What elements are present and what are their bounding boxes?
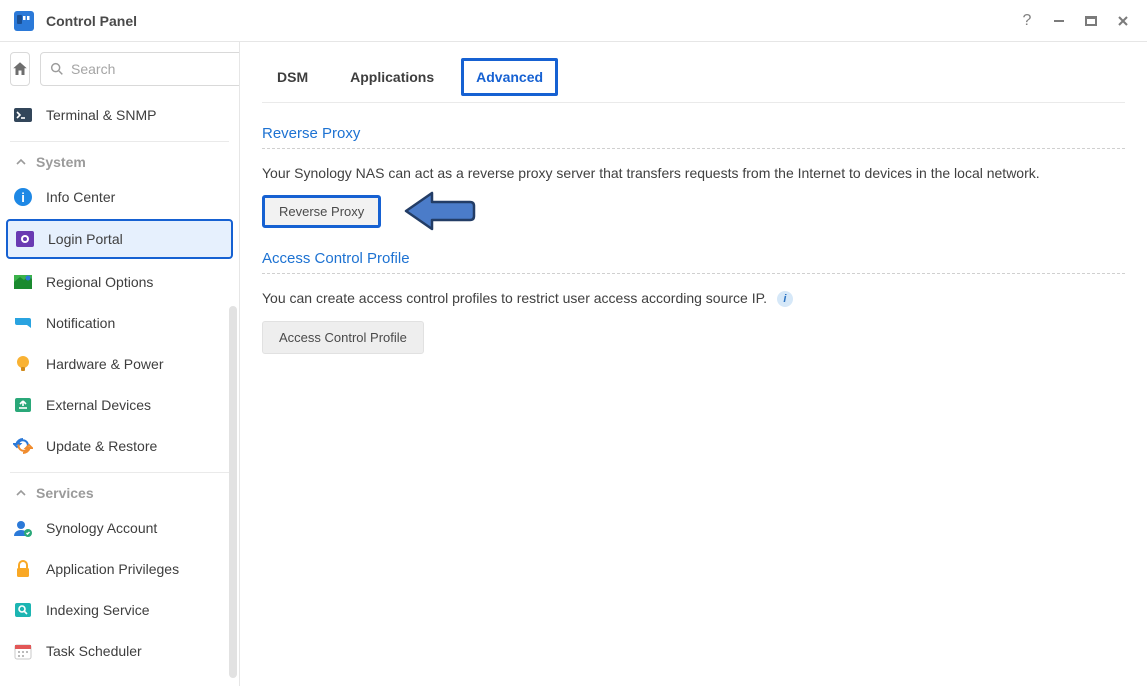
login-portal-icon	[14, 228, 36, 250]
sidebar-group-system[interactable]: System	[0, 144, 239, 176]
titlebar: Control Panel ?	[0, 0, 1147, 42]
sidebar-scrollbar[interactable]	[229, 306, 237, 678]
chevron-up-icon	[14, 155, 28, 169]
search-input[interactable]	[40, 52, 239, 86]
sidebar-item-synology-account[interactable]: Synology Account	[0, 507, 239, 548]
sidebar-item-application-privileges[interactable]: Application Privileges	[0, 548, 239, 589]
sidebar-item-label: Regional Options	[46, 274, 153, 290]
section-title-access-control: Access Control Profile	[262, 250, 1125, 267]
tabs: DSM Applications Advanced	[262, 52, 1125, 103]
section-title-reverse-proxy: Reverse Proxy	[262, 125, 1125, 142]
sidebar-item-label: Application Privileges	[46, 561, 179, 577]
sidebar: Terminal & SNMP System i Info Center Log…	[0, 42, 240, 686]
external-devices-icon	[12, 394, 34, 416]
svg-text:i: i	[21, 190, 25, 205]
sidebar-item-info-center[interactable]: i Info Center	[0, 176, 239, 217]
sidebar-item-external-devices[interactable]: External Devices	[0, 384, 239, 425]
globe-icon	[12, 271, 34, 293]
sidebar-item-update-restore[interactable]: Update & Restore	[0, 425, 239, 466]
sidebar-group-label: Services	[36, 485, 94, 501]
sidebar-item-regional-options[interactable]: Regional Options	[0, 261, 239, 302]
tab-advanced[interactable]: Advanced	[461, 58, 558, 96]
sidebar-item-label: Task Scheduler	[46, 643, 142, 659]
section-desc-reverse-proxy: Your Synology NAS can act as a reverse p…	[262, 165, 1125, 181]
terminal-icon	[12, 104, 34, 126]
sidebar-item-label: Login Portal	[48, 231, 123, 247]
sidebar-item-label: Info Center	[46, 189, 115, 205]
window-title: Control Panel	[46, 13, 1015, 29]
sidebar-group-services[interactable]: Services	[0, 475, 239, 507]
home-button[interactable]	[10, 52, 30, 86]
tab-applications[interactable]: Applications	[335, 58, 449, 96]
reverse-proxy-button[interactable]: Reverse Proxy	[262, 195, 381, 228]
sidebar-group-label: System	[36, 154, 86, 170]
update-restore-icon	[12, 435, 34, 457]
help-icon[interactable]: ?	[1015, 9, 1039, 33]
sidebar-item-label: Update & Restore	[46, 438, 157, 454]
pointer-arrow-icon	[404, 189, 476, 236]
minimize-icon[interactable]	[1047, 9, 1071, 33]
access-control-profile-button[interactable]: Access Control Profile	[262, 321, 424, 354]
sidebar-item-notification[interactable]: Notification	[0, 302, 239, 343]
lightbulb-icon	[12, 353, 34, 375]
main-panel: DSM Applications Advanced Reverse Proxy …	[240, 42, 1147, 686]
calendar-icon	[12, 640, 34, 662]
sidebar-item-login-portal[interactable]: Login Portal	[6, 219, 233, 259]
search-input-field[interactable]	[71, 61, 239, 77]
sidebar-item-hardware-power[interactable]: Hardware & Power	[0, 343, 239, 384]
sidebar-item-task-scheduler[interactable]: Task Scheduler	[0, 630, 239, 671]
sidebar-item-label: Synology Account	[46, 520, 157, 536]
close-icon[interactable]	[1111, 9, 1135, 33]
info-badge-icon[interactable]: i	[777, 291, 793, 307]
notification-icon	[12, 312, 34, 334]
sidebar-item-indexing-service[interactable]: Indexing Service	[0, 589, 239, 630]
info-icon: i	[12, 186, 34, 208]
account-icon	[12, 517, 34, 539]
sidebar-item-label: Hardware & Power	[46, 356, 164, 372]
access-control-desc-text: You can create access control profiles t…	[262, 290, 767, 306]
chevron-up-icon	[14, 486, 28, 500]
sidebar-item-label: Terminal & SNMP	[46, 107, 156, 123]
tab-dsm[interactable]: DSM	[262, 58, 323, 96]
sidebar-item-terminal-snmp[interactable]: Terminal & SNMP	[0, 94, 239, 135]
section-desc-access-control: You can create access control profiles t…	[262, 290, 1125, 307]
control-panel-app-icon	[12, 9, 36, 33]
sidebar-item-label: Notification	[46, 315, 115, 331]
sidebar-item-label: Indexing Service	[46, 602, 150, 618]
sidebar-item-label: External Devices	[46, 397, 151, 413]
maximize-icon[interactable]	[1079, 9, 1103, 33]
indexing-icon	[12, 599, 34, 621]
lock-icon	[12, 558, 34, 580]
